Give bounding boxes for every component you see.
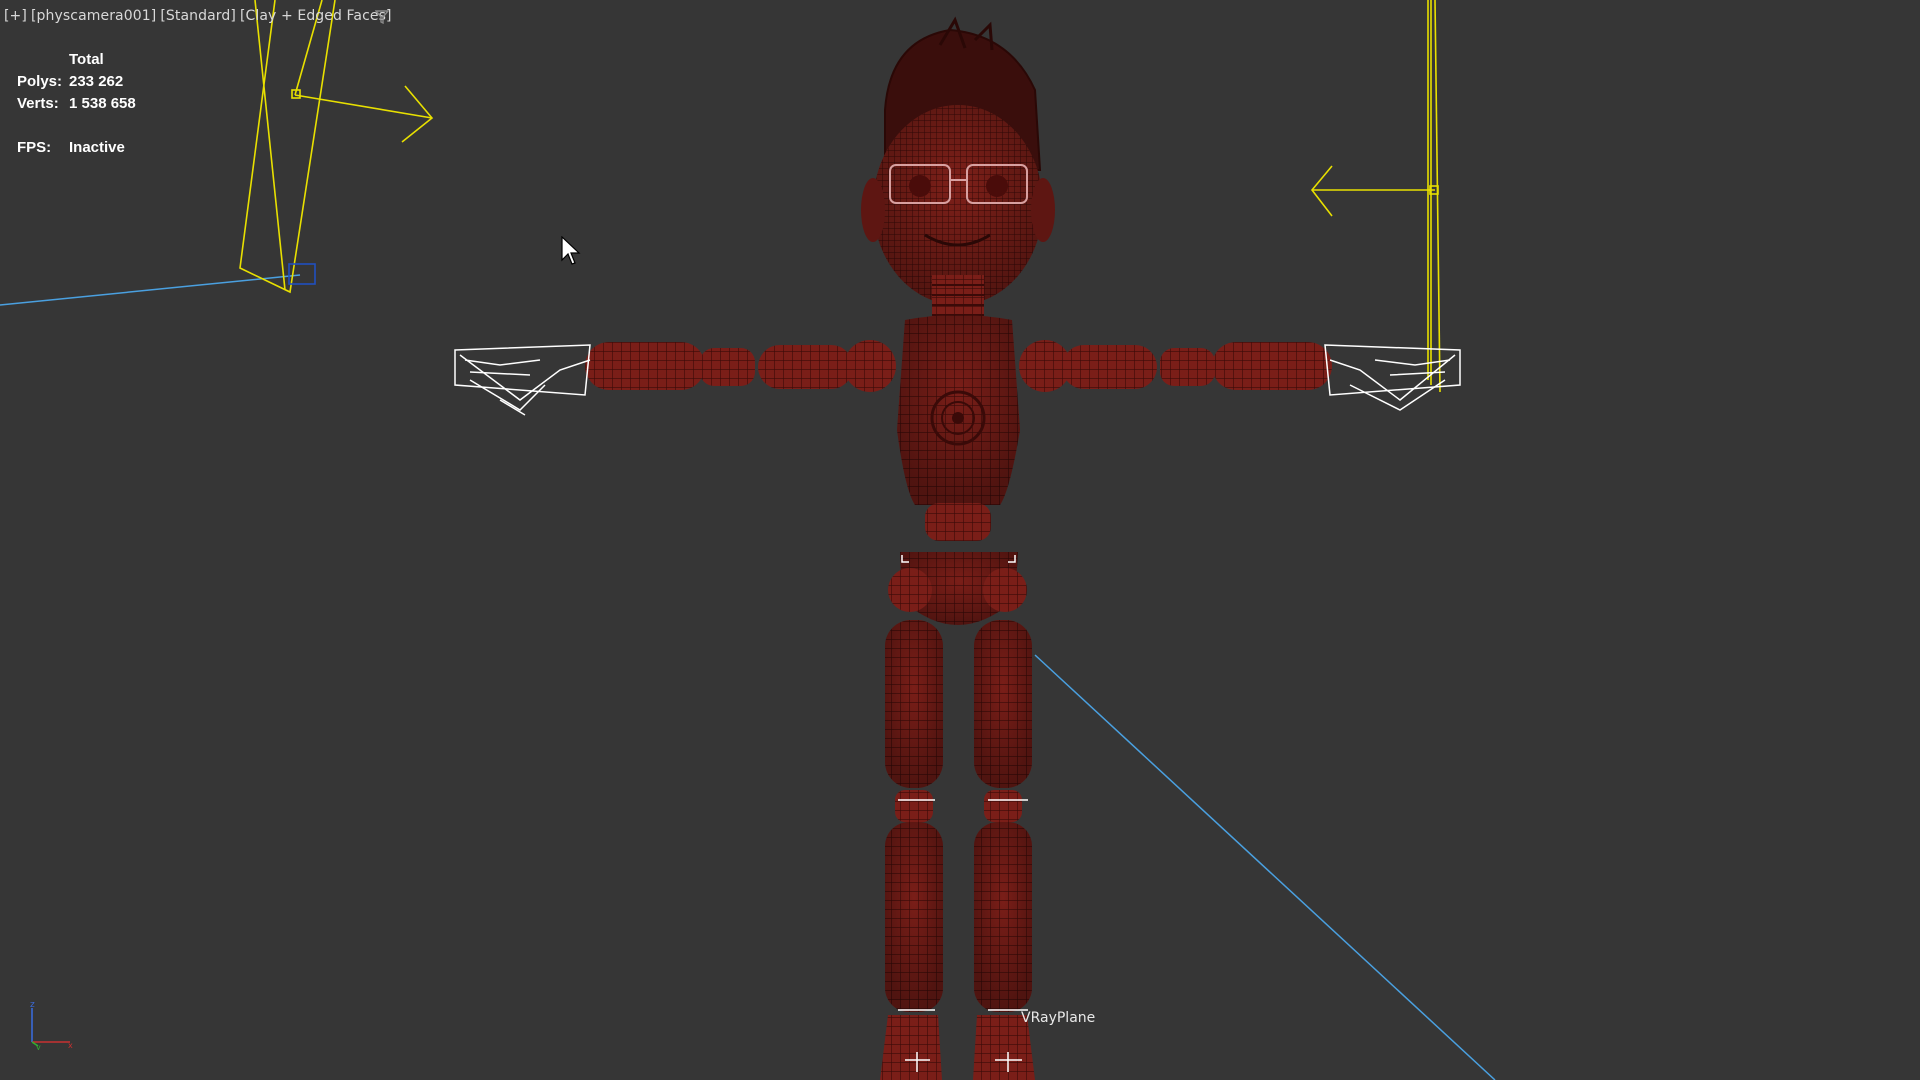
vrayplane-label[interactable]: VRayPlane (1021, 1010, 1095, 1026)
light-gizmo-right[interactable] (1310, 0, 1441, 393)
viewport-label[interactable]: [+] [physcamera001] [Standard] [Clay + Edge… (4, 8, 396, 24)
statistics-overlay: Total Polys: 233 262 Verts: 1 538 658 FPS:… (17, 49, 136, 159)
viewport-shading-standard[interactable]: [Standard] (160, 8, 236, 24)
scene-canvas[interactable] (0, 0, 1920, 1080)
viewport-camera-menu[interactable]: [physcamera001] (31, 8, 156, 24)
light-gizmo-left[interactable] (239, 0, 434, 294)
vrayplane-edge-left (0, 274, 301, 306)
axis-z-label: z (30, 1000, 35, 1010)
verts-value: 1 538 658 (69, 95, 136, 112)
stats-header: Total (69, 51, 104, 68)
fps-label: FPS: (17, 139, 52, 156)
viewport-menu-plus[interactable]: [+] (4, 8, 27, 24)
perspective-viewport[interactable]: [+] [physcamera001] [Standard] [Clay + Edge… (0, 0, 1920, 1080)
filter-icon[interactable] (375, 10, 389, 24)
polys-label: Polys: (17, 73, 63, 90)
verts-label: Verts: (17, 95, 59, 112)
axis-tripod-icon: z y x (30, 1000, 73, 1050)
mouse-cursor-icon (561, 236, 581, 265)
vrayplane-edge-right (1034, 654, 1496, 1080)
axis-y-label: y (36, 1043, 41, 1050)
axis-x-label: x (68, 1041, 73, 1050)
polys-value: 233 262 (69, 73, 124, 90)
fps-value: Inactive (69, 139, 125, 156)
viewport-display-mode[interactable]: [Clay + Edged Faces] (240, 8, 392, 24)
character-model[interactable] (454, 16, 1461, 1080)
